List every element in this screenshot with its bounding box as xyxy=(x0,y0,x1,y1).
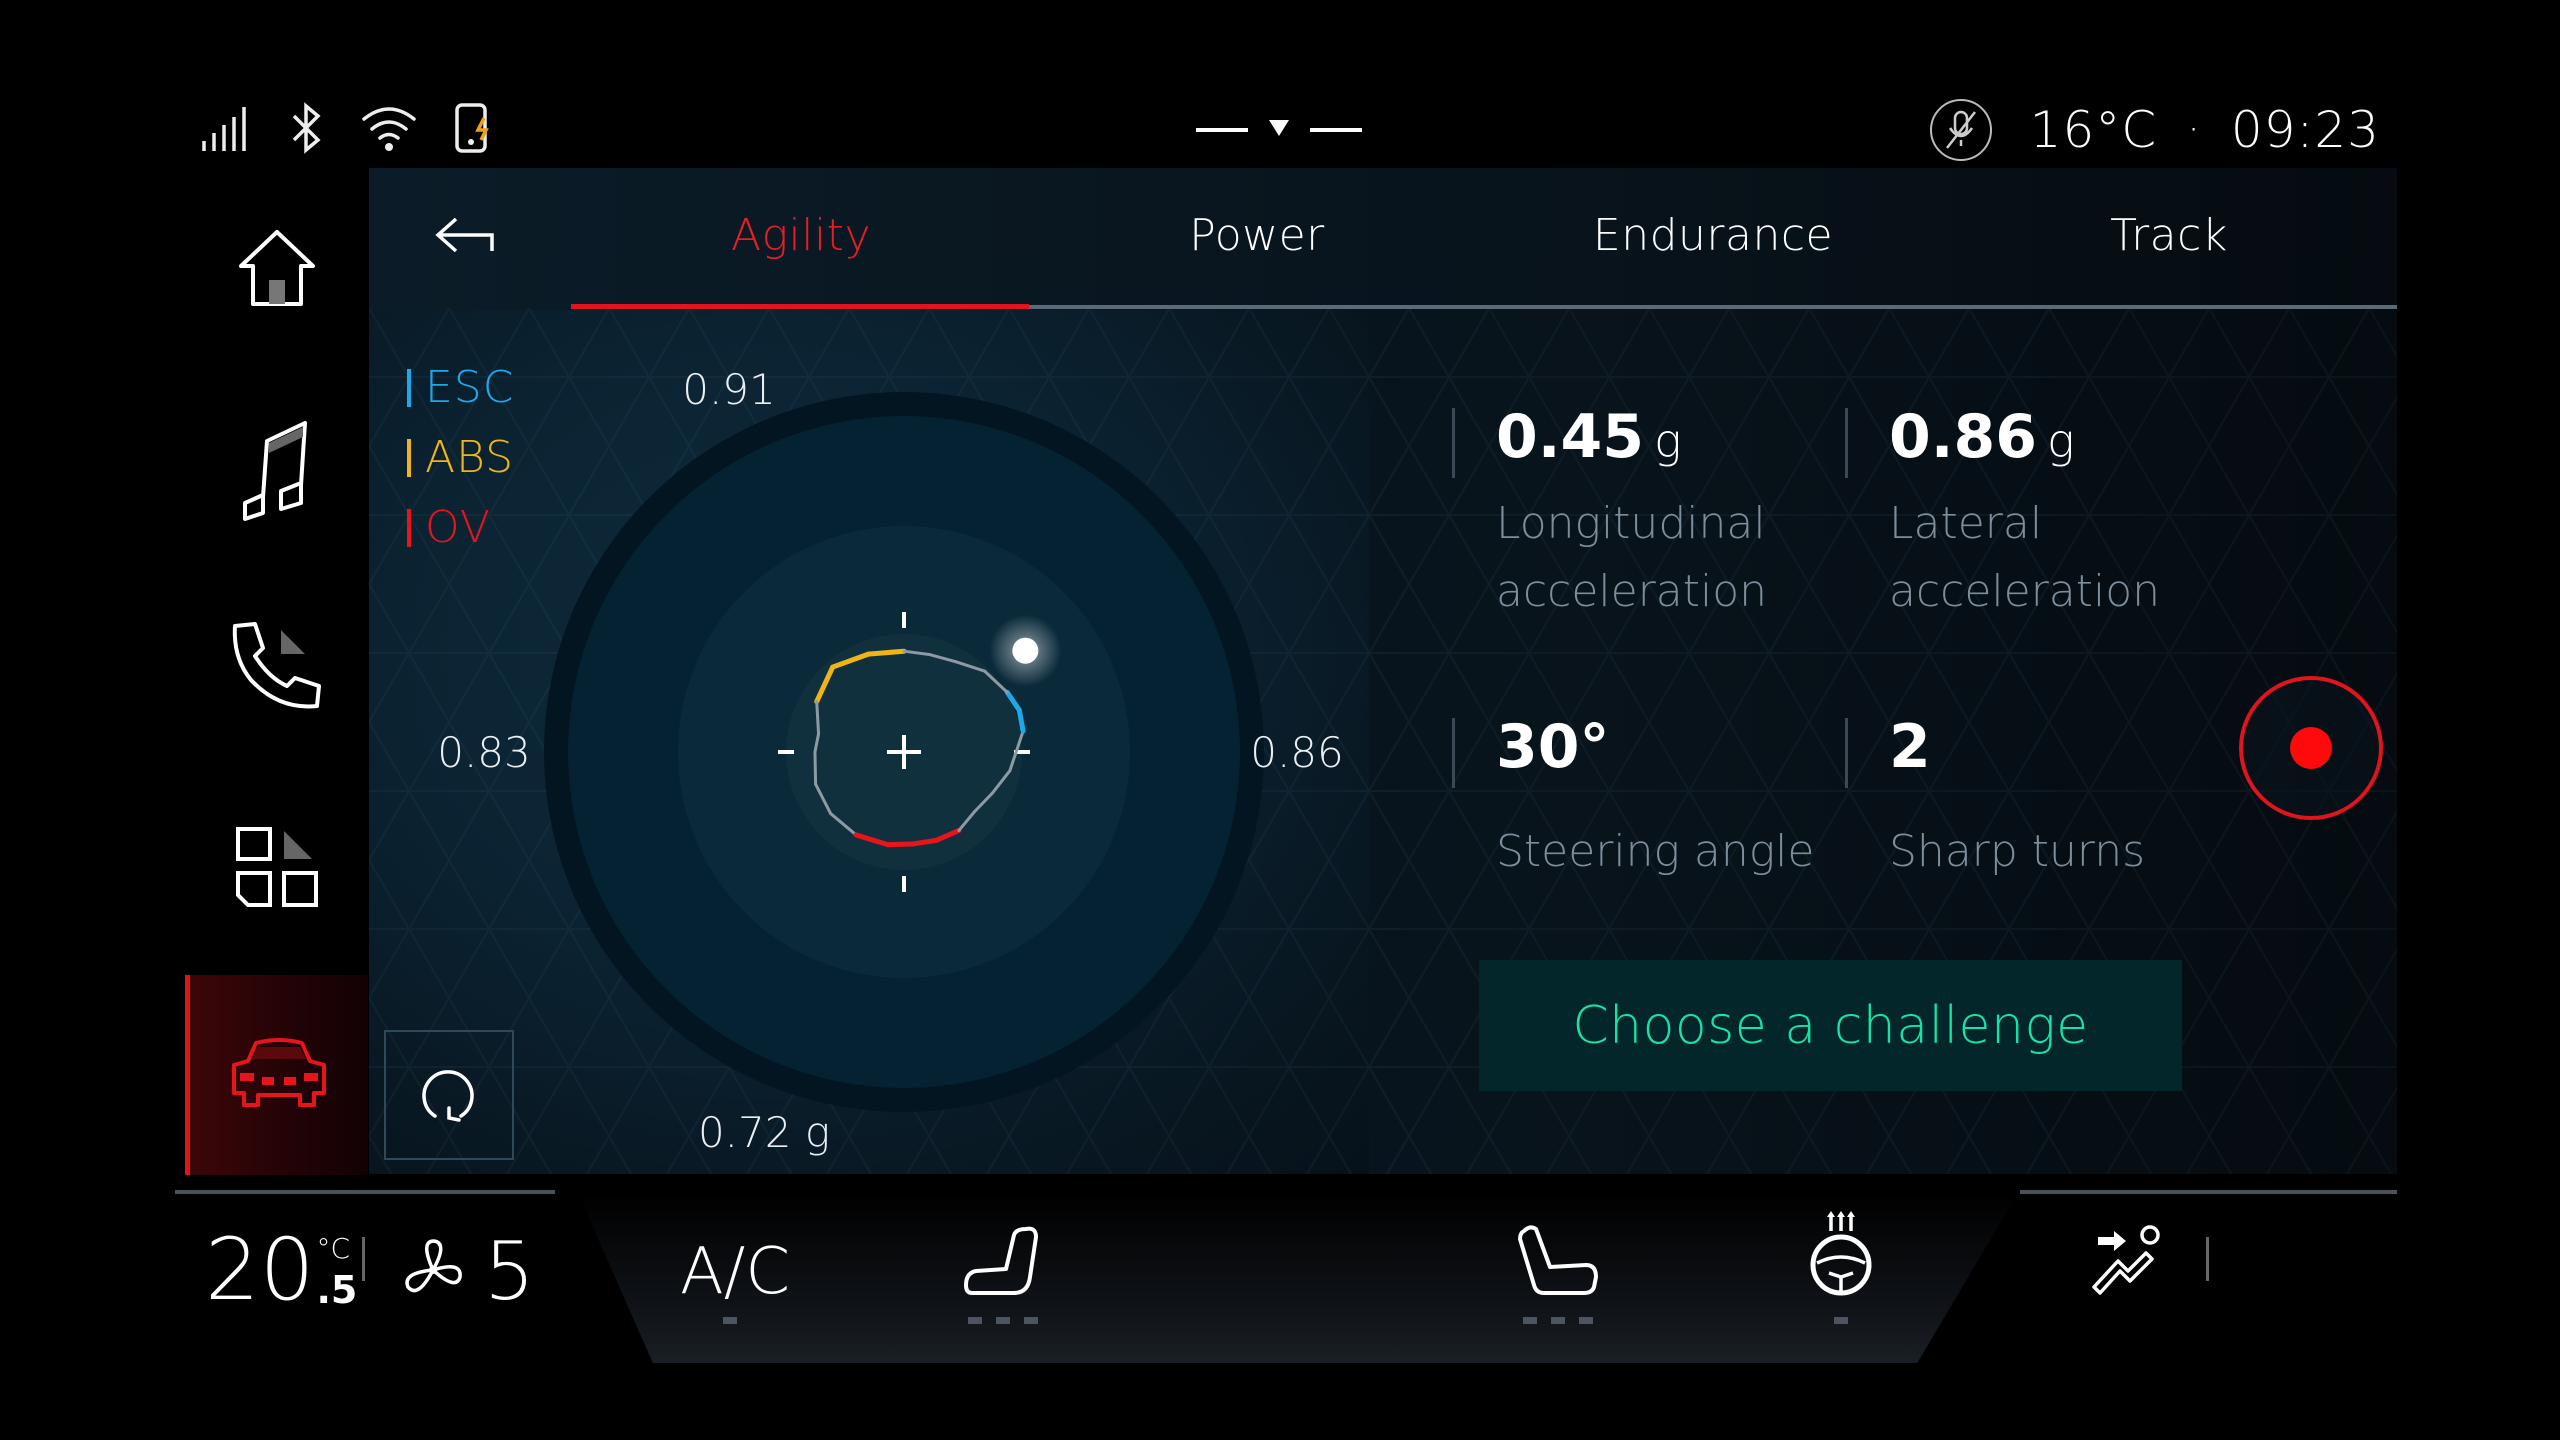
fan-level: 5 xyxy=(484,1225,535,1318)
airflow-button[interactable] xyxy=(2088,1221,2168,1301)
seat-heating-level xyxy=(968,1317,1038,1324)
indicator-pip xyxy=(1523,1317,1537,1324)
fan-speed-control[interactable]: 5 xyxy=(400,1225,535,1318)
fan-icon xyxy=(400,1237,466,1307)
stat-value: 0.45 xyxy=(1496,402,1645,472)
seat-icon xyxy=(1516,1225,1602,1303)
heated-steering-wheel-icon xyxy=(1805,1211,1877,1301)
signal-icon xyxy=(200,103,252,157)
trace-segment xyxy=(865,648,907,657)
phone-icon xyxy=(229,620,325,720)
stat-label: Sharp turns xyxy=(1889,826,2146,877)
indicator-pip xyxy=(1551,1317,1565,1324)
climate-separator-right xyxy=(2206,1237,2209,1281)
temp-decimal: .5 xyxy=(316,1268,358,1312)
tab-bar: Agility Power Endurance Track xyxy=(369,168,2397,309)
stat-value: 0.86 xyxy=(1889,402,2038,472)
stat-label: Steering angle xyxy=(1496,826,1815,877)
tab-endurance[interactable]: Endurance xyxy=(1513,210,1913,270)
choose-challenge-button[interactable]: Choose a challenge xyxy=(1479,960,2182,1091)
climate-center-panel xyxy=(578,1193,2018,1363)
tab-track[interactable]: Track xyxy=(1969,210,2369,270)
back-arrow-icon xyxy=(434,215,496,263)
climate-divider-left xyxy=(175,1190,555,1194)
indicator-pip xyxy=(1834,1317,1848,1324)
trace-segment xyxy=(813,750,818,786)
status-icons xyxy=(200,100,494,160)
outside-temperature: 16°C xyxy=(2029,101,2158,159)
stat-unit: g xyxy=(1654,414,1682,468)
sidebar-nav xyxy=(185,170,368,1175)
stat-label: Longitudinal xyxy=(1496,498,1766,549)
sidebar-item-phone[interactable] xyxy=(185,570,368,770)
back-button[interactable] xyxy=(429,208,501,270)
wifi-icon xyxy=(360,105,418,155)
ac-button[interactable]: A/C xyxy=(680,1235,790,1309)
trace-segment xyxy=(885,841,915,848)
stat-value: 30° xyxy=(1496,712,1610,782)
climate-separator xyxy=(362,1237,365,1281)
microphone-muted-icon[interactable] xyxy=(1929,99,1992,161)
main-panel: Agility Power Endurance Track ESC ABS OV xyxy=(369,168,2397,1174)
record-button[interactable] xyxy=(2239,676,2383,820)
climate-divider-right xyxy=(2020,1190,2397,1194)
g-label-top: 0.91 xyxy=(682,365,776,414)
stat-label: acceleration xyxy=(1496,566,1768,617)
music-note-icon xyxy=(237,413,317,527)
cabin-temperature[interactable]: 20 °C .5 xyxy=(205,1220,357,1320)
phone-charging-icon xyxy=(454,102,494,158)
indicator-pip xyxy=(1024,1317,1038,1324)
stat-value: 2 xyxy=(1889,712,1931,782)
tab-active-indicator xyxy=(571,304,1029,309)
chevron-down-icon xyxy=(1268,119,1290,141)
bluetooth-icon xyxy=(288,102,324,158)
status-separator: · xyxy=(2187,107,2201,153)
indicator-pip xyxy=(996,1317,1010,1324)
g-label-right: 0.86 xyxy=(1250,728,1344,777)
status-right: 16°C · 09:23 xyxy=(1929,98,2380,162)
current-point xyxy=(1012,637,1039,664)
home-icon xyxy=(235,226,319,314)
stat-divider xyxy=(1452,408,1455,478)
temp-unit: °C xyxy=(316,1232,350,1265)
notification-handle[interactable] xyxy=(1196,110,1362,150)
stat-label: acceleration xyxy=(1889,566,2161,617)
car-icon xyxy=(226,1035,332,1115)
stat-divider xyxy=(1845,408,1848,478)
g-label-left: 0.83 xyxy=(437,728,531,777)
stat-divider xyxy=(1452,718,1455,788)
temp-whole: 20 xyxy=(205,1220,315,1320)
steering-heat-level xyxy=(1834,1317,1848,1324)
seat-heating-button[interactable] xyxy=(962,1223,1046,1303)
handle-dash-left xyxy=(1196,128,1248,132)
reset-button[interactable] xyxy=(384,1030,514,1160)
indicator-pip xyxy=(968,1317,982,1324)
clock: 09:23 xyxy=(2230,101,2380,159)
airflow-to-person-icon xyxy=(2088,1225,2168,1301)
climate-bar: 20 °C .5 5 A/C xyxy=(0,1175,2560,1440)
tab-agility[interactable]: Agility xyxy=(601,210,1001,270)
seat-heating-icon xyxy=(962,1226,1046,1303)
trace-segment xyxy=(815,700,821,736)
seat-level xyxy=(1523,1317,1593,1324)
ac-indicator xyxy=(723,1317,737,1324)
stat-divider xyxy=(1845,718,1848,788)
sidebar-item-home[interactable] xyxy=(185,170,368,370)
record-icon xyxy=(2290,727,2332,769)
sidebar-item-music[interactable] xyxy=(185,370,368,570)
apps-grid-icon xyxy=(232,823,322,917)
tab-power[interactable]: Power xyxy=(1057,210,1457,270)
reset-icon xyxy=(419,1062,479,1128)
seat-ventilation-button[interactable] xyxy=(1516,1223,1602,1303)
handle-dash-right xyxy=(1310,128,1362,132)
indicator-pip xyxy=(1579,1317,1593,1324)
stat-unit: g xyxy=(2047,414,2075,468)
sidebar-item-vehicle[interactable] xyxy=(185,975,368,1175)
g-label-bottom: 0.72 g xyxy=(697,1108,831,1157)
stat-label: Lateral xyxy=(1889,498,2043,549)
sidebar-item-apps[interactable] xyxy=(185,770,368,970)
steering-heat-button[interactable] xyxy=(1805,1211,1877,1301)
indicator-pip xyxy=(723,1317,737,1324)
